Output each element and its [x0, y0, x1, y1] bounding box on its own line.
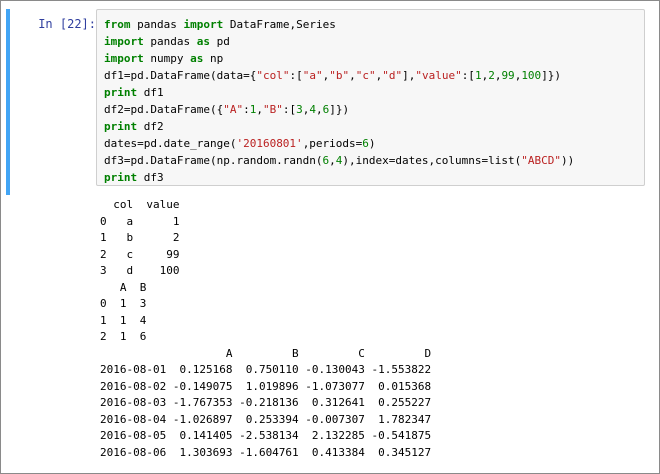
code-token: np: [203, 52, 224, 65]
code-token: df2=pd.DataFrame({: [104, 103, 224, 116]
code-token: print: [104, 86, 138, 99]
code-token: 4: [309, 103, 316, 116]
code-token: df3=pd.DataFrame(np.random.randn(: [104, 154, 323, 167]
code-token: ): [368, 137, 376, 150]
code-token: import: [104, 52, 144, 65]
output-line: 0 a 1: [100, 214, 180, 228]
code-token: "ABCD": [521, 154, 561, 167]
output-line: A B C D: [100, 346, 432, 360]
code-token: "B": [262, 103, 283, 116]
cell-selected-indicator: [6, 9, 10, 195]
code-token: '20160801': [236, 137, 303, 150]
code-token: "c": [355, 69, 376, 82]
code-token: 2: [488, 69, 495, 82]
code-token: from: [104, 18, 131, 31]
code-token: :[: [282, 103, 297, 116]
code-token: pandas: [143, 35, 197, 48]
code-token: ,periods=: [302, 137, 363, 150]
code-token: ]}): [541, 69, 562, 82]
code-line: print df2: [104, 118, 574, 135]
output-line: A B: [100, 280, 147, 294]
code-token: ,: [256, 103, 263, 116]
code-token: :: [243, 103, 250, 116]
code-token: 6: [362, 137, 369, 150]
code-token: ,: [349, 69, 356, 82]
code-line: df3=pd.DataFrame(np.random.randn(6,4),in…: [104, 152, 574, 169]
code-token: "b": [329, 69, 350, 82]
output-line: 2016-08-04 -1.026897 0.253394 -0.007307 …: [100, 412, 432, 426]
code-token: print: [104, 171, 138, 184]
code-token: pandas: [130, 18, 184, 31]
code-token: "A": [223, 103, 244, 116]
output-line: 0 1 3: [100, 297, 147, 310]
code-token: ],: [402, 69, 416, 82]
input-prompt: In [22]:: [38, 17, 96, 31]
code-token: DataFrame,Series: [223, 18, 336, 31]
code-token: "col": [256, 69, 290, 82]
code-line: from pandas import DataFrame,Series: [104, 16, 574, 33]
output-line: 2016-08-01 0.125168 0.750110 -0.130043 -…: [100, 363, 432, 376]
code-token: as: [190, 52, 204, 65]
output-line: 3 d 100: [100, 264, 180, 277]
code-token: ]}): [329, 103, 350, 116]
code-token: ),index=dates,columns=list(: [342, 154, 522, 167]
code-token: import: [183, 18, 224, 31]
output-line: 2 1 6: [100, 330, 147, 343]
output-line: 2016-08-05 0.141405 -2.538134 2.132285 -…: [100, 429, 432, 442]
code-token: 3: [296, 103, 303, 116]
code-line: import numpy as np: [104, 50, 574, 67]
code-input-area[interactable]: from pandas import DataFrame,Series impor…: [96, 9, 645, 186]
code-token: df3: [137, 171, 164, 184]
code-line: print df1: [104, 84, 574, 101]
code-token: "d": [382, 69, 403, 82]
code-token: df2: [137, 120, 164, 133]
code-token: df1=pd.DataFrame(data={: [104, 69, 257, 82]
code-line: df1=pd.DataFrame(data={"col":["a","b","c…: [104, 67, 574, 84]
code-token: 99: [501, 69, 515, 82]
output-line: 2016-08-03 -1.767353 -0.218136 0.312641 …: [100, 396, 432, 409]
code-token: 100: [521, 69, 542, 82]
output-line: 2 c 99: [100, 247, 180, 261]
code-token: :[: [461, 69, 475, 82]
code-line: import pandas as pd: [104, 33, 574, 50]
code-token: :[: [289, 69, 303, 82]
code-token: )): [560, 154, 575, 167]
code-token: import: [104, 35, 144, 48]
code-token: as: [196, 35, 210, 48]
code-line: dates=pd.date_range('20160801',periods=6…: [104, 135, 574, 152]
output-line: 2016-08-06 1.303693 -1.604761 0.413384 0…: [100, 445, 432, 459]
code-token: pd: [209, 35, 230, 48]
output-line: col value: [100, 198, 180, 211]
code-line: df2=pd.DataFrame({"A":1,"B":[3,4,6]}): [104, 101, 574, 118]
code-token: "value": [415, 69, 462, 82]
output-line: 1 1 4: [100, 313, 147, 327]
code-token: ,: [329, 154, 336, 167]
output-line: 2016-08-02 -0.149075 1.019896 -1.073077 …: [100, 379, 432, 393]
output-line: 1 b 2: [100, 231, 180, 244]
code-token: dates=pd.date_range(: [104, 137, 237, 150]
code-editor[interactable]: from pandas import DataFrame,Series impor…: [104, 16, 574, 186]
code-token: ,: [315, 103, 323, 116]
code-token: numpy: [143, 52, 191, 65]
code-token: print: [104, 120, 138, 133]
code-token: 1: [474, 69, 482, 82]
code-line: print df3: [104, 169, 574, 186]
code-token: df1: [137, 86, 164, 99]
code-token: "a": [302, 69, 323, 82]
cell-output: col value 0 a 1 1 b 2 2 c 99 3 d 100 A B 0 1 …: [100, 197, 431, 461]
